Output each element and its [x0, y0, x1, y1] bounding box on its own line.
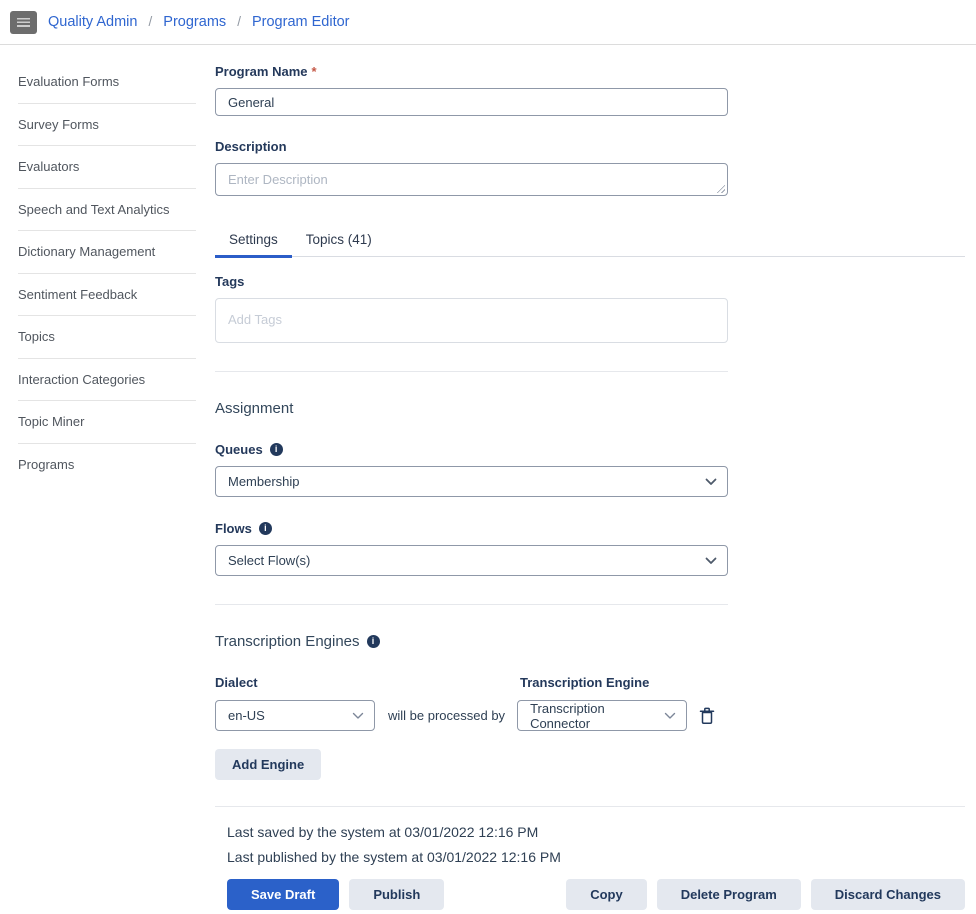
last-saved-text: Last saved by the system at 03/01/2022 1… — [227, 820, 965, 845]
chevron-down-icon — [664, 712, 676, 720]
copy-button[interactable]: Copy — [566, 879, 647, 910]
hamburger-icon — [17, 18, 30, 27]
breadcrumb-programs[interactable]: Programs — [163, 14, 226, 30]
save-draft-button[interactable]: Save Draft — [227, 879, 339, 910]
tags-label: Tags — [215, 274, 728, 289]
sidebar: Evaluation Forms Survey Forms Evaluators… — [0, 45, 205, 914]
flows-label: Flows i — [215, 521, 728, 536]
sidebar-item-speech-and-text-analytics[interactable]: Speech and Text Analytics — [18, 189, 196, 232]
app-header: Quality Admin / Programs / Program Edito… — [0, 0, 976, 45]
description-label: Description — [215, 139, 728, 154]
transcription-engine-select[interactable]: Transcription Connector — [517, 700, 687, 731]
publish-button[interactable]: Publish — [349, 879, 444, 910]
processed-by-text: will be processed by — [388, 708, 505, 723]
add-engine-button[interactable]: Add Engine — [215, 749, 321, 780]
flows-label-text: Flows — [215, 521, 252, 536]
flows-select[interactable]: Select Flow(s) — [215, 545, 728, 576]
trash-icon — [699, 707, 715, 725]
tab-settings[interactable]: Settings — [215, 223, 292, 258]
breadcrumb: Quality Admin / Programs / Program Edito… — [48, 14, 350, 30]
chevron-down-icon — [705, 557, 717, 565]
hamburger-menu-button[interactable] — [10, 11, 37, 34]
last-published-text: Last published by the system at 03/01/20… — [227, 845, 965, 870]
sidebar-item-survey-forms[interactable]: Survey Forms — [18, 104, 196, 147]
sidebar-item-evaluators[interactable]: Evaluators — [18, 146, 196, 189]
tags-input[interactable]: Add Tags — [215, 298, 728, 343]
transcription-engine-label: Transcription Engine — [520, 675, 649, 690]
flows-select-value: Select Flow(s) — [228, 553, 310, 568]
transcription-engines-info-icon[interactable]: i — [367, 635, 380, 648]
dialect-label: Dialect — [215, 675, 520, 690]
program-name-input[interactable] — [215, 88, 728, 116]
program-name-label: Program Name * — [215, 64, 728, 79]
sidebar-item-dictionary-management[interactable]: Dictionary Management — [18, 231, 196, 274]
dialect-select[interactable]: en-US — [215, 700, 375, 731]
tab-topics[interactable]: Topics (41) — [292, 223, 386, 258]
section-divider — [215, 604, 728, 605]
queues-info-icon[interactable]: i — [270, 443, 283, 456]
discard-changes-button[interactable]: Discard Changes — [811, 879, 965, 910]
chevron-down-icon — [352, 712, 364, 720]
assignment-heading: Assignment — [215, 400, 728, 417]
breadcrumb-separator: / — [237, 14, 241, 29]
transcription-engines-heading: Transcription Engines i — [215, 633, 728, 650]
editor-footer: Last saved by the system at 03/01/2022 1… — [215, 806, 965, 910]
breadcrumb-program-editor[interactable]: Program Editor — [252, 14, 350, 30]
flows-info-icon[interactable]: i — [259, 522, 272, 535]
breadcrumb-separator: / — [149, 14, 153, 29]
sidebar-item-sentiment-feedback[interactable]: Sentiment Feedback — [18, 274, 196, 317]
chevron-down-icon — [705, 478, 717, 486]
program-name-label-text: Program Name — [215, 64, 307, 79]
delete-program-button[interactable]: Delete Program — [657, 879, 801, 910]
sidebar-item-programs[interactable]: Programs — [18, 444, 196, 486]
sidebar-item-topic-miner[interactable]: Topic Miner — [18, 401, 196, 444]
breadcrumb-quality-admin[interactable]: Quality Admin — [48, 14, 137, 30]
tab-bar: Settings Topics (41) — [215, 223, 965, 257]
sidebar-item-topics[interactable]: Topics — [18, 316, 196, 359]
description-textarea[interactable] — [215, 163, 728, 196]
sidebar-item-evaluation-forms[interactable]: Evaluation Forms — [18, 61, 196, 104]
queues-label-text: Queues — [215, 442, 263, 457]
sidebar-item-interaction-categories[interactable]: Interaction Categories — [18, 359, 196, 402]
dialect-select-value: en-US — [228, 708, 265, 723]
queues-label: Queues i — [215, 442, 728, 457]
section-divider — [215, 371, 728, 372]
footer-buttons: Save Draft Publish Copy Delete Program D… — [227, 879, 965, 910]
required-asterisk: * — [311, 64, 316, 79]
queues-select[interactable]: Membership — [215, 466, 728, 497]
transcription-engine-select-value: Transcription Connector — [530, 701, 656, 731]
program-editor-main: Program Name * Description Settings Topi… — [205, 45, 976, 914]
transcription-engines-heading-text: Transcription Engines — [215, 633, 360, 650]
delete-engine-button[interactable] — [699, 707, 715, 725]
queues-select-value: Membership — [228, 474, 300, 489]
